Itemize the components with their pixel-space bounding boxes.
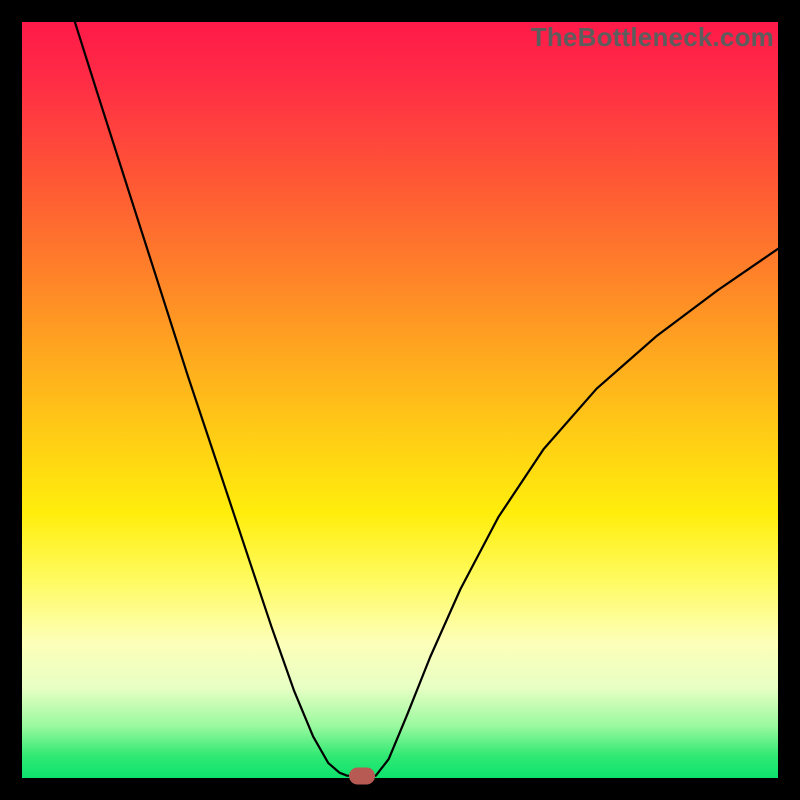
optimum-marker <box>349 767 375 784</box>
bottleneck-curve <box>22 22 778 778</box>
curve-path <box>75 22 778 776</box>
chart-frame: TheBottleneck.com <box>0 0 800 800</box>
